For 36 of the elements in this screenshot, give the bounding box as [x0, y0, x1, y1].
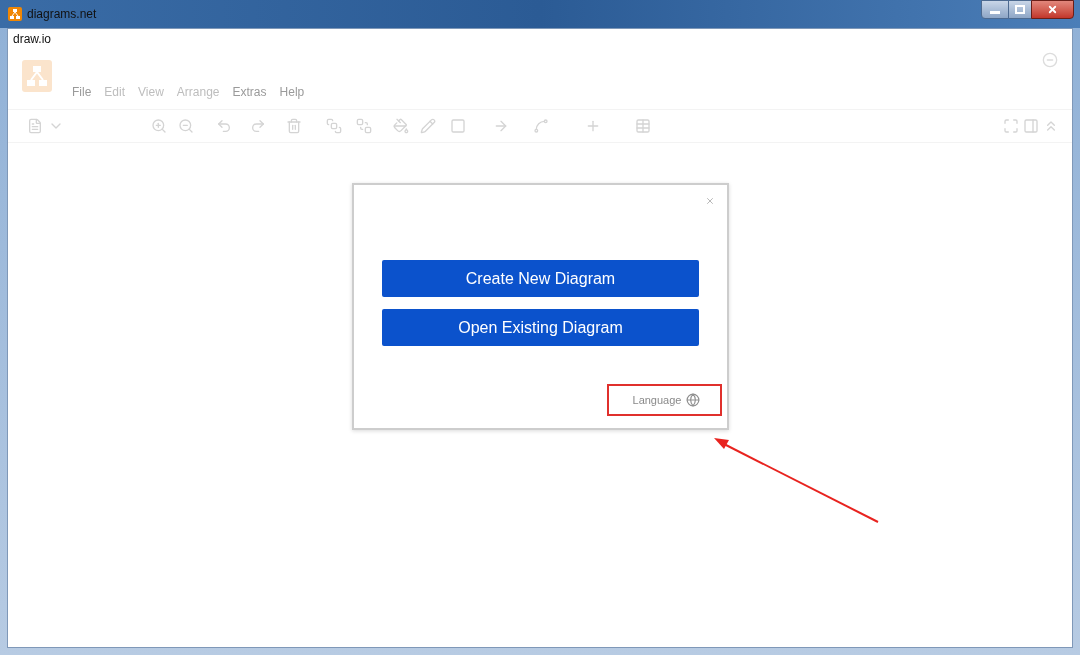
app-logo-icon — [8, 7, 22, 21]
pencil-icon[interactable] — [420, 118, 436, 134]
fullscreen-icon[interactable] — [1003, 118, 1019, 134]
zoom-out-icon[interactable] — [178, 118, 194, 134]
undo-icon[interactable] — [216, 118, 232, 134]
page-icon[interactable] — [27, 118, 43, 134]
window-title: diagrams.net — [27, 6, 97, 22]
language-button[interactable]: Language — [632, 391, 701, 409]
menu-item[interactable]: Help — [279, 85, 305, 99]
redo-icon[interactable] — [250, 118, 266, 134]
menu-item[interactable]: File — [72, 85, 92, 99]
square-icon[interactable] — [450, 118, 466, 134]
page-title: draw.io — [13, 31, 52, 47]
dialog-button[interactable]: Open Existing Diagram — [382, 309, 699, 346]
close-icon — [705, 196, 715, 206]
paint-bucket-icon[interactable] — [393, 118, 409, 134]
close-button[interactable] — [1031, 0, 1074, 19]
minimize-button[interactable] — [981, 0, 1009, 19]
zoom-in-icon[interactable] — [151, 118, 167, 134]
curve-icon[interactable] — [533, 118, 549, 134]
menu-item[interactable]: Extras — [232, 85, 267, 99]
send-to-back-icon[interactable] — [356, 118, 372, 134]
globe-icon — [686, 393, 701, 407]
arrow-icon[interactable] — [493, 118, 509, 134]
table-icon[interactable] — [635, 118, 651, 134]
plus-icon[interactable] — [585, 118, 601, 134]
dialog-button[interactable]: Create New Diagram — [382, 260, 699, 297]
restore-button[interactable] — [1009, 0, 1031, 19]
minus-circle-icon[interactable] — [1042, 52, 1058, 68]
restore-icon — [1015, 5, 1025, 14]
panel-icon[interactable] — [1023, 118, 1039, 134]
minimize-icon — [990, 11, 1000, 14]
bring-to-front-icon[interactable] — [326, 118, 342, 134]
close-icon — [1047, 4, 1058, 15]
app-logo-icon — [22, 60, 52, 92]
trash-icon[interactable] — [286, 118, 302, 134]
